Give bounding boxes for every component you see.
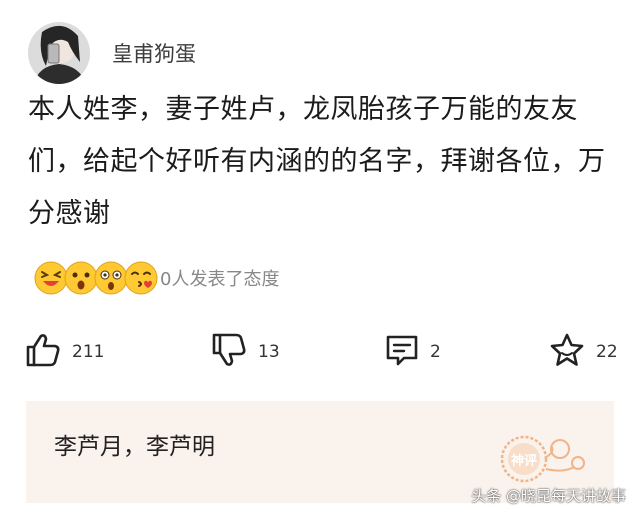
post-header: 皇甫狗蛋	[28, 22, 196, 84]
avatar[interactable]	[28, 22, 90, 84]
like-button[interactable]: 211	[24, 330, 104, 374]
username[interactable]: 皇甫狗蛋	[112, 38, 196, 68]
kissing-emoji-icon	[124, 261, 158, 295]
dislike-count: 13	[258, 342, 280, 362]
favorite-button[interactable]: 22	[548, 330, 618, 374]
reaction-summary: 0人发表了态度	[160, 269, 280, 290]
comment-text: 李芦月，李芦明	[54, 434, 215, 460]
surprised-emoji-icon	[64, 261, 98, 295]
like-count: 211	[72, 342, 105, 362]
reactions-row[interactable]: 0人发表了态度	[34, 258, 279, 298]
thumbs-up-icon	[24, 331, 62, 373]
star-icon	[548, 331, 586, 373]
watermark: 头条 @晓昆每天讲故事	[471, 487, 626, 505]
comment-icon	[384, 332, 420, 372]
thumbs-down-icon	[210, 331, 248, 373]
stamp-label: 神评	[511, 453, 537, 469]
comment-count: 2	[430, 342, 441, 362]
shocked-emoji-icon	[94, 261, 128, 295]
favorite-count: 22	[596, 342, 618, 362]
post-text: 本人姓李，妻子姓卢，龙凤胎孩子万能的友友们，给起个好听有内涵的的名字，拜谢各位，…	[28, 94, 606, 229]
comment-button[interactable]: 2	[384, 330, 441, 374]
dislike-button[interactable]: 13	[210, 330, 280, 374]
action-bar: 211 13 2 22	[24, 330, 624, 374]
laughing-emoji-icon	[34, 261, 68, 295]
